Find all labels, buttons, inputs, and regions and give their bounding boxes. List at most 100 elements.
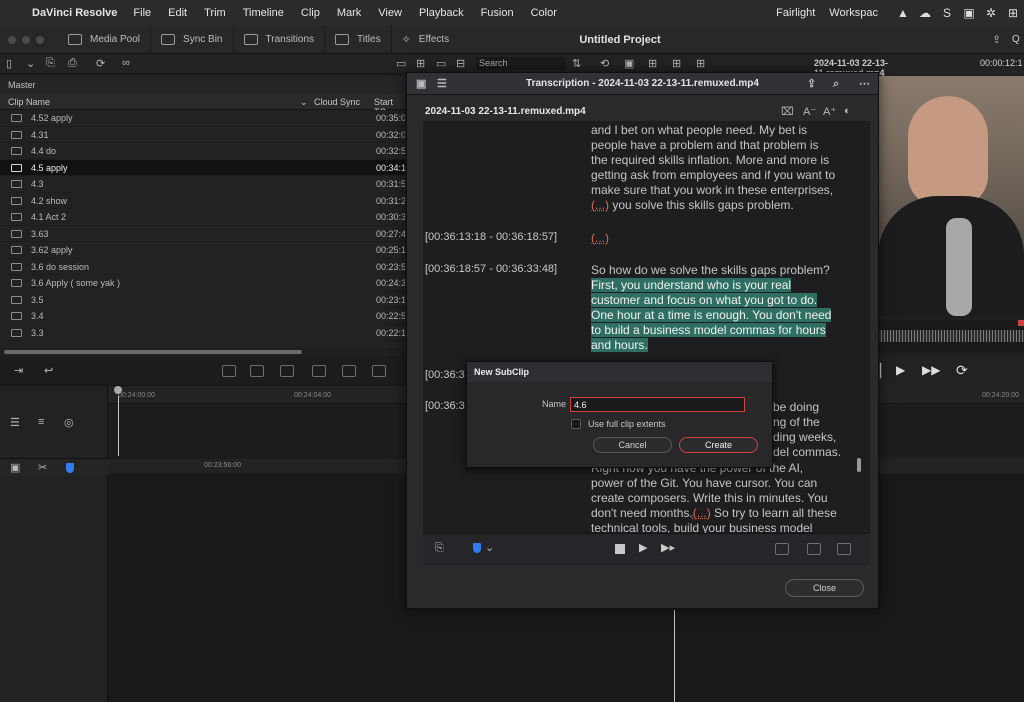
play-icon[interactable]: ▶	[896, 363, 905, 377]
clip-row[interactable]: 3.62 apply 00:25:1	[0, 242, 405, 259]
link-icon[interactable]: ∞	[122, 57, 130, 69]
more-icon[interactable]: ⋯	[859, 73, 870, 95]
fit-fill-icon[interactable]	[312, 365, 326, 377]
segment-timestamp[interactable]: [00:36:3	[425, 369, 465, 381]
gear-icon[interactable]: ✲	[980, 6, 1002, 20]
blade-icon[interactable]: ✂	[38, 461, 47, 474]
highlighted-text[interactable]: and hours.	[591, 338, 648, 352]
viewer-video-frame[interactable]	[878, 76, 1024, 316]
search-icon[interactable]: ⌕	[833, 73, 839, 95]
clip-row[interactable]: 4.52 apply 00:35:0	[0, 110, 405, 127]
clip-row[interactable]: 4.31 00:32:0	[0, 127, 405, 143]
viewer-timecode[interactable]: 00:00:12:1	[980, 58, 1024, 68]
menu-mark[interactable]: Mark	[337, 7, 361, 19]
clip-row[interactable]: 4.2 show 00:31:2	[0, 193, 405, 209]
col-cloud-sync[interactable]: Cloud Sync	[314, 97, 360, 107]
transcript-paragraph-1[interactable]: and I bet on what people need. My bet is…	[591, 123, 853, 213]
insert-clip-icon[interactable]	[222, 365, 236, 377]
transcript-paragraph-5[interactable]: Right now you have the power of the AI, …	[591, 461, 853, 533]
ripple-icon[interactable]: ↩	[44, 364, 53, 377]
strip-view-icon[interactable]: ▭	[436, 57, 446, 70]
clip-row-selected[interactable]: 4.5 apply 00:34:1	[0, 159, 405, 176]
highlighted-text[interactable]: First, you understand who is your real	[591, 278, 792, 292]
playhead-line-lower[interactable]	[674, 610, 675, 702]
close-window-icon[interactable]	[8, 35, 16, 44]
chevron-down-icon[interactable]: ⌄	[485, 541, 494, 554]
sort-icon[interactable]: ⇅	[572, 57, 581, 70]
place-on-top-icon[interactable]	[342, 365, 356, 377]
transcript-paragraph-4-partial[interactable]: be doing ng of the ding weeks, del comma…	[773, 400, 863, 460]
insert-icon[interactable]	[775, 543, 789, 555]
stop-icon[interactable]: ▏	[880, 363, 890, 379]
clip-row[interactable]: 4.4 do 00:32:5	[0, 143, 405, 160]
pause-marker[interactable]: (...)	[591, 198, 609, 212]
transcript-paragraph-2[interactable]: (...)	[591, 231, 853, 246]
clip-row[interactable]: 3.6 Apply ( some yak ) 00:24:3	[0, 275, 405, 292]
menu-view[interactable]: View	[378, 7, 402, 19]
relink-icon[interactable]: ⟳	[96, 57, 105, 70]
audio-waveform[interactable]	[878, 320, 1024, 352]
transcript-text-area[interactable]: and I bet on what people need. My bet is…	[423, 121, 870, 533]
track-list-icon[interactable]: ≡	[38, 416, 44, 428]
menu-fusion[interactable]: Fusion	[481, 7, 514, 19]
cancel-button[interactable]: Cancel	[593, 437, 672, 453]
append-icon[interactable]	[837, 543, 851, 555]
play-icon[interactable]: ▶	[639, 541, 647, 554]
transcript-scrollbar[interactable]	[857, 458, 861, 472]
menu-playback[interactable]: Playback	[419, 7, 464, 19]
pause-marker[interactable]: (...)	[693, 506, 711, 520]
segment-timestamp[interactable]: [00:36:13:18 - 00:36:18:57]	[425, 231, 557, 243]
sync-bin-button[interactable]: Sync Bin	[151, 25, 234, 54]
track-settings-icon[interactable]: ☰	[10, 416, 20, 429]
loop-icon[interactable]: ⟳	[956, 362, 968, 379]
media-pool-button[interactable]: Media Pool	[58, 25, 152, 54]
viewer-quad-icon[interactable]: ⊞	[696, 57, 705, 70]
next-frame-icon[interactable]: ▶▶	[922, 363, 940, 377]
cloud-icon[interactable]: ☁	[914, 6, 936, 20]
transcript-paragraph-3[interactable]: So how do we solve the skills gaps probl…	[591, 263, 853, 353]
segment-timestamp[interactable]: [00:36:18:57 - 00:36:33:48]	[425, 263, 557, 275]
list-icon[interactable]: ☰	[437, 73, 447, 95]
panel-toggle-icon[interactable]: ▯	[6, 57, 12, 70]
clip-row[interactable]: 3.6 do session 00:23:5	[0, 259, 405, 275]
use-full-clip-checkbox[interactable]	[571, 419, 581, 429]
menu-trim[interactable]: Trim	[204, 7, 226, 19]
sync-icon[interactable]: ⟲	[600, 57, 609, 70]
viewer-split-icon[interactable]: ⊞	[648, 57, 657, 70]
pause-marker[interactable]: (...)	[591, 231, 609, 245]
close-button[interactable]: Close	[785, 579, 864, 597]
flag-icon[interactable]	[473, 543, 481, 553]
s-app-icon[interactable]: S	[936, 6, 958, 20]
menu-fairlight[interactable]: Fairlight	[776, 7, 815, 19]
flag-icon[interactable]	[66, 463, 74, 473]
play-to-icon[interactable]: ▶▸	[661, 541, 675, 554]
audio-track-icon[interactable]: ◎	[64, 416, 74, 429]
subclip-name-input[interactable]	[570, 397, 745, 412]
clip-row[interactable]: 4.3 00:31:5	[0, 176, 405, 193]
clip-row[interactable]: 3.5 00:23:1	[0, 292, 405, 308]
image-icon[interactable]: ▣	[416, 73, 426, 95]
export-icon[interactable]: ⇪	[807, 73, 816, 95]
menu-clip[interactable]: Clip	[301, 7, 320, 19]
share-icon[interactable]: ⇪	[992, 33, 1001, 46]
clip-row[interactable]: 3.63 00:27:4	[0, 226, 405, 242]
clip-row[interactable]: 3.3 00:22:1	[0, 325, 405, 341]
chevron-down-icon[interactable]: ⌄	[26, 57, 35, 70]
meta-view-icon[interactable]: ⊟	[456, 57, 465, 70]
highlighted-text[interactable]: customer and focus on what you got to do…	[591, 293, 818, 307]
clip-row[interactable]: 4.1 Act 2 00:30:3	[0, 209, 405, 226]
zoom-window-icon[interactable]	[36, 35, 44, 44]
search-input[interactable]: Search	[476, 57, 566, 70]
playhead-line[interactable]	[118, 396, 119, 456]
col-sort-chevron-icon[interactable]: ⌄	[300, 97, 308, 108]
smart-bin-icon[interactable]: ⎙	[68, 57, 77, 70]
viewer-grid-icon[interactable]: ⊞	[672, 57, 681, 70]
contrast-icon[interactable]: ◐	[844, 105, 851, 117]
playhead-handle[interactable]	[114, 386, 122, 394]
overwrite-icon[interactable]	[807, 543, 821, 555]
vlc-icon[interactable]: ▲	[892, 6, 914, 20]
append-end-icon[interactable]	[372, 365, 386, 377]
new-bin-icon[interactable]: ⎘	[46, 57, 55, 70]
caption-toggle-icon[interactable]: ⌧	[781, 105, 794, 118]
insert-icon[interactable]: ⇥	[14, 364, 23, 377]
